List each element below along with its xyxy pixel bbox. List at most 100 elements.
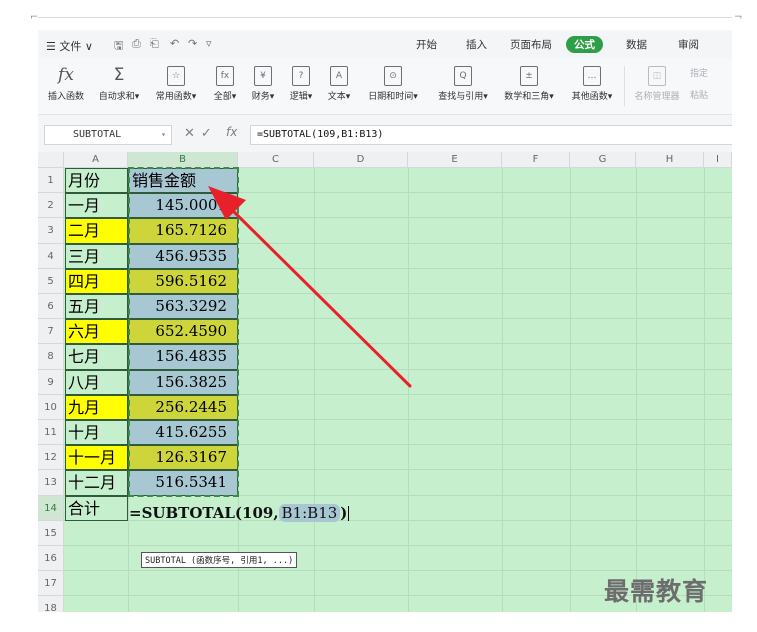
financial-button[interactable]: ¥ 财务▾ [246,64,280,102]
name-manager-button[interactable]: ◫ 名称管理器 [630,64,684,102]
row-header-6[interactable]: 6 [38,294,64,320]
insert-function-icon[interactable]: fx [226,125,237,139]
confirm-icon[interactable]: ✓ [201,126,218,141]
row-header-15[interactable]: 15 [38,520,64,546]
undo-icon[interactable]: ↶ [170,37,179,50]
ribbon-divider [624,66,625,106]
row-header-18[interactable]: 18 [38,596,64,612]
amount-cell[interactable]: 256.2445 [128,394,238,420]
function-icon: fx [216,66,234,86]
menu-bar: ☰ 文件 ∨ 🖫 ⎙ ⎗ ↶ ↷ ▿ 开始 插入 页面布局 公式 数据 审阅 [38,30,732,58]
row-header-3[interactable]: 3 [38,218,64,244]
define-name-button[interactable]: 指定 [690,66,732,79]
column-header-f[interactable]: F [502,152,570,168]
row-header-7[interactable]: 7 [38,319,64,345]
tab-data[interactable]: 数据 [626,37,647,52]
sigma-icon: Σ [113,65,125,85]
month-cell[interactable]: 四月 [65,268,128,294]
column-header-h[interactable]: H [636,152,704,168]
month-cell[interactable]: 十二月 [65,470,128,496]
tab-home[interactable]: 开始 [416,37,437,52]
column-header-e[interactable]: E [408,152,502,168]
column-header-g[interactable]: G [570,152,636,168]
name-box[interactable]: SUBTOTAL ▾ [44,125,172,145]
function-icon: fx [58,65,74,85]
row-header-8[interactable]: 8 [38,344,64,370]
search-icon: Q [454,66,472,86]
more-functions-button[interactable]: … 其他函数▾ [564,64,620,102]
paste-name-button[interactable]: 粘贴 [690,88,732,101]
row-header-9[interactable]: 9 [38,369,64,395]
grid-line [64,545,732,546]
currency-icon: ¥ [254,66,272,86]
cell-b14-editor[interactable]: =SUBTOTAL(109, B1:B13) [129,503,350,522]
month-cell[interactable]: 十一月 [65,445,128,471]
column-header-i[interactable]: I [704,152,732,168]
month-cell[interactable]: 十月 [65,420,128,446]
row-header-10[interactable]: 10 [38,394,64,420]
question-icon: ? [292,66,310,86]
column-header-c[interactable]: C [238,152,314,168]
common-functions-button[interactable]: ☆ 常用函数▾ [150,64,202,102]
total-label-cell[interactable]: 合计 [65,495,128,521]
text-button[interactable]: A 文本▾ [322,64,356,102]
red-arrow-annotation [208,186,412,388]
math-trig-button[interactable]: ± 数学和三角▾ [498,64,560,102]
customize-icon[interactable]: ▿ [206,37,212,50]
autosum-button[interactable]: Σ 自动求和▾ [94,64,144,102]
row-header-1[interactable]: 1 [38,168,64,194]
row-header-4[interactable]: 4 [38,243,64,269]
tab-review[interactable]: 审阅 [678,37,699,52]
month-cell[interactable]: 六月 [65,319,128,345]
text-icon: A [330,66,348,86]
chevron-down-icon[interactable]: ▾ [161,126,166,144]
tab-formulas[interactable]: 公式 [566,36,603,53]
row-header-16[interactable]: 16 [38,546,64,572]
function-signature-tooltip: SUBTOTAL (函数序号, 引用1, ...) [141,552,298,568]
preview-icon[interactable]: ⎗ [150,37,159,51]
watermark-logo: 最需教育 [604,577,709,606]
month-cell[interactable]: 二月 [65,218,128,244]
month-cell[interactable]: 五月 [65,294,128,320]
month-cell[interactable]: 三月 [65,243,128,269]
insert-function-button[interactable]: fx 插入函数 [44,64,88,102]
top-rule [38,17,732,18]
formula-suffix: ) [340,503,348,522]
lookup-reference-button[interactable]: Q 查找与引用▾ [430,64,496,102]
star-icon: ☆ [167,66,185,86]
row-header-14[interactable]: 14 [38,495,64,521]
month-cell[interactable]: 七月 [65,344,128,370]
print-icon[interactable]: ⎙ [132,37,141,51]
column-header-a[interactable]: A [64,152,128,168]
month-cell[interactable]: 九月 [65,394,128,420]
cancel-icon[interactable]: ✕ [184,126,201,141]
amount-cell[interactable]: 126.3167 [128,445,238,471]
row-header-5[interactable]: 5 [38,268,64,294]
row-header-11[interactable]: 11 [38,420,64,446]
column-header-b[interactable]: B [128,152,238,168]
amount-cell[interactable]: 415.6255 [128,420,238,446]
row-header-2[interactable]: 2 [38,193,64,219]
crop-mark: ⌐ [30,12,39,23]
select-all-corner[interactable] [38,152,64,168]
column-header-d[interactable]: D [314,152,408,168]
formula-input[interactable]: =SUBTOTAL(109,B1:B13) [250,125,732,145]
save-icon[interactable]: 🖫 [114,37,123,56]
all-functions-button[interactable]: fx 全部▾ [208,64,242,102]
cell-a1[interactable]: 月份 [65,168,128,194]
date-time-button[interactable]: ⊙ 日期和时间▾ [360,64,426,102]
amount-cell[interactable]: 516.5341 [128,470,238,496]
file-menu[interactable]: ☰ 文件 ∨ [46,38,93,54]
month-cell[interactable]: 八月 [65,369,128,395]
tab-insert[interactable]: 插入 [466,37,487,52]
text-caret [348,506,350,522]
logical-button[interactable]: ? 逻辑▾ [284,64,318,102]
row-header-12[interactable]: 12 [38,445,64,471]
clock-icon: ⊙ [384,66,402,86]
name-manager-icon: ◫ [648,66,666,86]
redo-icon[interactable]: ↷ [188,37,197,50]
row-header-17[interactable]: 17 [38,571,64,597]
month-cell[interactable]: 一月 [65,193,128,219]
row-header-13[interactable]: 13 [38,470,64,496]
tab-page-layout[interactable]: 页面布局 [510,37,552,52]
